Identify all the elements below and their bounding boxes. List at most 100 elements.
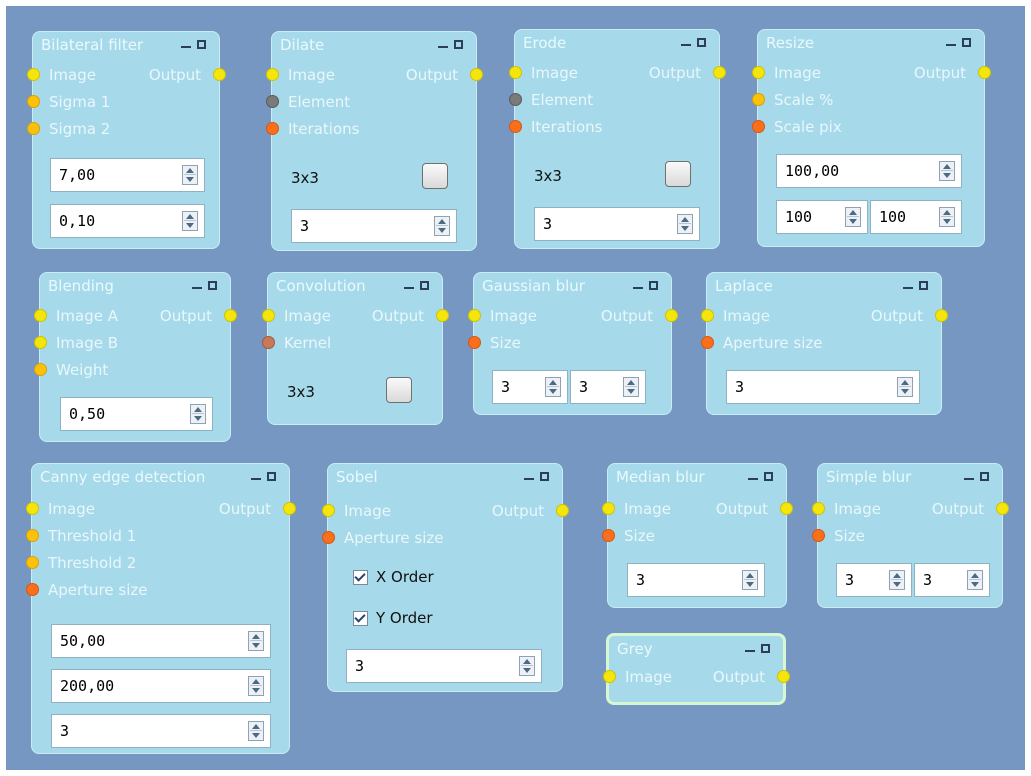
spin-arrows-icon[interactable] bbox=[967, 570, 983, 590]
spin-arrows-icon[interactable] bbox=[182, 211, 198, 231]
port-weight[interactable]: Weight bbox=[34, 359, 108, 381]
spin-arrows-icon[interactable] bbox=[889, 570, 905, 590]
node-header[interactable]: Sobel bbox=[334, 464, 556, 492]
kernel-edit-button[interactable] bbox=[665, 161, 691, 187]
spin-arrows-icon[interactable] bbox=[434, 216, 450, 236]
spin-arrows-icon[interactable] bbox=[519, 656, 535, 676]
size-spinbox[interactable]: 3 bbox=[627, 563, 765, 597]
threshold2-spinbox[interactable]: 200,00 bbox=[51, 669, 271, 703]
spin-arrows-icon[interactable] bbox=[845, 207, 861, 227]
port-iterations[interactable]: Iterations bbox=[509, 116, 602, 138]
minimize-icon[interactable] bbox=[964, 478, 974, 480]
connector-dot-icon[interactable] bbox=[812, 529, 825, 542]
connector-dot-icon[interactable] bbox=[322, 531, 335, 544]
spin-arrows-icon[interactable] bbox=[897, 377, 913, 397]
node-erode[interactable]: Erode Image Output Element Iterations 3x… bbox=[509, 29, 726, 249]
port-output[interactable]: Output bbox=[219, 498, 296, 520]
connector-dot-icon[interactable] bbox=[436, 309, 449, 322]
size-height-spinbox[interactable]: 3 bbox=[570, 370, 646, 404]
port-image-b[interactable]: Image B bbox=[34, 332, 118, 354]
node-header[interactable]: Resize bbox=[764, 30, 978, 58]
connector-dot-icon[interactable] bbox=[509, 120, 522, 133]
connector-dot-icon[interactable] bbox=[777, 670, 790, 683]
port-image-in[interactable]: Image bbox=[266, 64, 335, 86]
port-threshold1[interactable]: Threshold 1 bbox=[26, 525, 136, 547]
y-order-checkbox[interactable] bbox=[353, 611, 368, 626]
connector-dot-icon[interactable] bbox=[266, 95, 279, 108]
node-header[interactable]: Convolution bbox=[274, 273, 436, 301]
connector-dot-icon[interactable] bbox=[701, 309, 714, 322]
node-header[interactable]: Laplace bbox=[713, 273, 935, 301]
connector-dot-icon[interactable] bbox=[26, 502, 39, 515]
node-header[interactable]: Erode bbox=[521, 30, 713, 58]
threshold1-spinbox[interactable]: 50,00 bbox=[51, 624, 271, 658]
port-element[interactable]: Element bbox=[266, 91, 350, 113]
spin-arrows-icon[interactable] bbox=[742, 570, 758, 590]
maximize-icon[interactable] bbox=[649, 281, 658, 290]
port-image-in[interactable]: Image bbox=[603, 666, 672, 688]
connector-dot-icon[interactable] bbox=[262, 336, 275, 349]
x-order-checkbox[interactable] bbox=[353, 570, 368, 585]
connector-dot-icon[interactable] bbox=[468, 309, 481, 322]
node-median-blur[interactable]: Median blur Image Output Size 3 bbox=[602, 463, 793, 608]
port-output[interactable]: Output bbox=[492, 500, 569, 522]
port-image-a[interactable]: Image A bbox=[34, 305, 118, 327]
maximize-icon[interactable] bbox=[540, 472, 549, 481]
node-canny-edge-detection[interactable]: Canny edge detection Image Output Thresh… bbox=[26, 463, 296, 754]
node-laplace[interactable]: Laplace Image Output Aperture size 3 bbox=[701, 272, 948, 415]
port-output[interactable]: Output bbox=[601, 305, 678, 327]
port-output[interactable]: Output bbox=[716, 498, 793, 520]
connector-dot-icon[interactable] bbox=[509, 66, 522, 79]
node-header[interactable]: Median blur bbox=[614, 464, 780, 492]
connector-dot-icon[interactable] bbox=[978, 66, 991, 79]
port-image-in[interactable]: Image bbox=[812, 498, 881, 520]
port-output[interactable]: Output bbox=[871, 305, 948, 327]
port-image-in[interactable]: Image bbox=[322, 500, 391, 522]
connector-dot-icon[interactable] bbox=[27, 122, 40, 135]
port-kernel[interactable]: Kernel bbox=[262, 332, 331, 354]
connector-dot-icon[interactable] bbox=[34, 336, 47, 349]
size-width-spinbox[interactable]: 3 bbox=[836, 563, 912, 597]
connector-dot-icon[interactable] bbox=[752, 66, 765, 79]
iterations-spinbox[interactable]: 3 bbox=[291, 209, 457, 243]
port-image-in[interactable]: Image bbox=[602, 498, 671, 520]
port-image-in[interactable]: Image bbox=[509, 62, 578, 84]
spin-arrows-icon[interactable] bbox=[939, 161, 955, 181]
port-output[interactable]: Output bbox=[160, 305, 237, 327]
connector-dot-icon[interactable] bbox=[266, 68, 279, 81]
port-image-in[interactable]: Image bbox=[27, 64, 96, 86]
minimize-icon[interactable] bbox=[633, 287, 643, 289]
minimize-icon[interactable] bbox=[745, 650, 755, 652]
width-spinbox[interactable]: 100 bbox=[776, 200, 868, 234]
port-image-in[interactable]: Image bbox=[468, 305, 537, 327]
node-bilateral-filter[interactable]: Bilateral filter Image Output Sigma 1 Si… bbox=[27, 31, 226, 249]
size-height-spinbox[interactable]: 3 bbox=[914, 563, 990, 597]
node-header[interactable]: Blending bbox=[46, 273, 224, 301]
spin-arrows-icon[interactable] bbox=[248, 721, 264, 741]
connector-dot-icon[interactable] bbox=[26, 583, 39, 596]
maximize-icon[interactable] bbox=[267, 472, 276, 481]
connector-dot-icon[interactable] bbox=[996, 502, 1009, 515]
maximize-icon[interactable] bbox=[761, 644, 770, 653]
connector-dot-icon[interactable] bbox=[266, 122, 279, 135]
maximize-icon[interactable] bbox=[764, 472, 773, 481]
minimize-icon[interactable] bbox=[903, 287, 913, 289]
port-image-in[interactable]: Image bbox=[701, 305, 770, 327]
spin-arrows-icon[interactable] bbox=[545, 377, 561, 397]
maximize-icon[interactable] bbox=[980, 472, 989, 481]
port-iterations[interactable]: Iterations bbox=[266, 118, 359, 140]
port-aperture-size[interactable]: Aperture size bbox=[701, 332, 823, 354]
port-output[interactable]: Output bbox=[713, 666, 790, 688]
node-simple-blur[interactable]: Simple blur Image Output Size 3 3 bbox=[812, 463, 1009, 608]
connector-dot-icon[interactable] bbox=[26, 529, 39, 542]
minimize-icon[interactable] bbox=[748, 478, 758, 480]
port-image-in[interactable]: Image bbox=[26, 498, 95, 520]
connector-dot-icon[interactable] bbox=[468, 336, 481, 349]
sigma2-spinbox[interactable]: 0,10 bbox=[50, 204, 205, 238]
port-output[interactable]: Output bbox=[914, 62, 991, 84]
node-grey[interactable]: Grey Image Output bbox=[603, 633, 790, 705]
node-header[interactable]: Canny edge detection bbox=[38, 464, 283, 492]
connector-dot-icon[interactable] bbox=[752, 93, 765, 106]
maximize-icon[interactable] bbox=[919, 281, 928, 290]
node-header[interactable]: Grey bbox=[615, 636, 777, 664]
